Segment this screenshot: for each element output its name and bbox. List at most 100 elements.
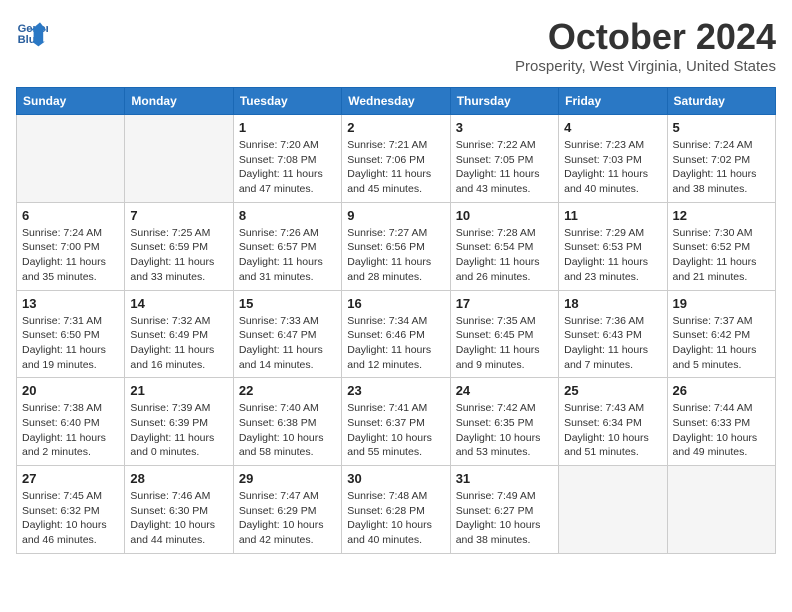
day-info: Sunrise: 7:32 AM Sunset: 6:49 PM Dayligh… [130,314,227,373]
day-number: 9 [347,208,444,223]
day-info: Sunrise: 7:42 AM Sunset: 6:35 PM Dayligh… [456,401,553,460]
logo: General Blue [16,16,48,48]
calendar-cell: 31 Sunrise: 7:49 AM Sunset: 6:27 PM Dayli… [450,466,558,554]
calendar-cell: 20Sunrise: 7:38 AM Sunset: 6:40 PM Dayli… [17,378,125,466]
calendar-cell: 22 Sunrise: 7:40 AM Sunset: 6:38 PM Dayli… [233,378,341,466]
header-day-saturday: Saturday [667,88,775,115]
day-info: Sunrise: 7:48 AM Sunset: 6:28 PM Dayligh… [347,489,444,548]
calendar-cell: 18 Sunrise: 7:36 AM Sunset: 6:43 PM Dayli… [559,290,667,378]
calendar-cell: 30 Sunrise: 7:48 AM Sunset: 6:28 PM Dayli… [342,466,450,554]
day-number: 19 [673,296,770,311]
calendar-cell: 16 Sunrise: 7:34 AM Sunset: 6:46 PM Dayli… [342,290,450,378]
calendar-cell: 10Sunrise: 7:28 AM Sunset: 6:54 PM Dayli… [450,202,558,290]
calendar-cell: 3 Sunrise: 7:22 AM Sunset: 7:05 PM Daylig… [450,115,558,203]
day-info: Sunrise: 7:40 AM Sunset: 6:38 PM Dayligh… [239,401,336,460]
header-day-sunday: Sunday [17,88,125,115]
day-number: 8 [239,208,336,223]
day-info: Sunrise: 7:44 AM Sunset: 6:33 PM Dayligh… [673,401,770,460]
day-info: Sunrise: 7:43 AM Sunset: 6:34 PM Dayligh… [564,401,661,460]
title-area: October 2024 Prosperity, West Virginia, … [515,16,776,75]
calendar-cell: 21 Sunrise: 7:39 AM Sunset: 6:39 PM Dayli… [125,378,233,466]
header-day-wednesday: Wednesday [342,88,450,115]
day-number: 23 [347,383,444,398]
day-number: 26 [673,383,770,398]
week-row-3: 13Sunrise: 7:31 AM Sunset: 6:50 PM Dayli… [17,290,776,378]
location-title: Prosperity, West Virginia, United States [515,58,776,75]
day-number: 1 [239,120,336,135]
page-header: General Blue October 2024 Prosperity, We… [16,16,776,75]
day-info: Sunrise: 7:45 AM Sunset: 6:32 PM Dayligh… [22,489,119,548]
day-info: Sunrise: 7:30 AM Sunset: 6:52 PM Dayligh… [673,226,770,285]
day-number: 15 [239,296,336,311]
day-info: Sunrise: 7:41 AM Sunset: 6:37 PM Dayligh… [347,401,444,460]
week-row-1: 1 Sunrise: 7:20 AM Sunset: 7:08 PM Daylig… [17,115,776,203]
day-info: Sunrise: 7:39 AM Sunset: 6:39 PM Dayligh… [130,401,227,460]
week-row-4: 20Sunrise: 7:38 AM Sunset: 6:40 PM Dayli… [17,378,776,466]
day-info: Sunrise: 7:29 AM Sunset: 6:53 PM Dayligh… [564,226,661,285]
week-row-2: 6Sunrise: 7:24 AM Sunset: 7:00 PM Daylig… [17,202,776,290]
calendar-cell [17,115,125,203]
day-number: 7 [130,208,227,223]
day-info: Sunrise: 7:35 AM Sunset: 6:45 PM Dayligh… [456,314,553,373]
day-info: Sunrise: 7:36 AM Sunset: 6:43 PM Dayligh… [564,314,661,373]
day-number: 24 [456,383,553,398]
day-number: 28 [130,471,227,486]
day-info: Sunrise: 7:27 AM Sunset: 6:56 PM Dayligh… [347,226,444,285]
day-number: 22 [239,383,336,398]
day-info: Sunrise: 7:24 AM Sunset: 7:02 PM Dayligh… [673,138,770,197]
day-info: Sunrise: 7:20 AM Sunset: 7:08 PM Dayligh… [239,138,336,197]
calendar-cell: 17 Sunrise: 7:35 AM Sunset: 6:45 PM Dayli… [450,290,558,378]
day-number: 20 [22,383,119,398]
day-info: Sunrise: 7:49 AM Sunset: 6:27 PM Dayligh… [456,489,553,548]
calendar-cell: 28 Sunrise: 7:46 AM Sunset: 6:30 PM Dayli… [125,466,233,554]
calendar-cell: 4Sunrise: 7:23 AM Sunset: 7:03 PM Daylig… [559,115,667,203]
calendar-cell [667,466,775,554]
calendar-cell: 9 Sunrise: 7:27 AM Sunset: 6:56 PM Daylig… [342,202,450,290]
day-number: 31 [456,471,553,486]
calendar-cell [125,115,233,203]
day-number: 17 [456,296,553,311]
header-row: SundayMondayTuesdayWednesdayThursdayFrid… [17,88,776,115]
day-number: 14 [130,296,227,311]
calendar-cell: 13Sunrise: 7:31 AM Sunset: 6:50 PM Dayli… [17,290,125,378]
day-number: 4 [564,120,661,135]
day-number: 29 [239,471,336,486]
calendar-cell: 14 Sunrise: 7:32 AM Sunset: 6:49 PM Dayli… [125,290,233,378]
day-number: 3 [456,120,553,135]
day-info: Sunrise: 7:46 AM Sunset: 6:30 PM Dayligh… [130,489,227,548]
calendar-cell: 24 Sunrise: 7:42 AM Sunset: 6:35 PM Dayli… [450,378,558,466]
day-number: 18 [564,296,661,311]
calendar-cell: 5 Sunrise: 7:24 AM Sunset: 7:02 PM Daylig… [667,115,775,203]
calendar-cell: 26 Sunrise: 7:44 AM Sunset: 6:33 PM Dayli… [667,378,775,466]
month-title: October 2024 [515,16,776,58]
day-info: Sunrise: 7:47 AM Sunset: 6:29 PM Dayligh… [239,489,336,548]
day-number: 30 [347,471,444,486]
day-number: 2 [347,120,444,135]
header-day-monday: Monday [125,88,233,115]
calendar-cell: 8Sunrise: 7:26 AM Sunset: 6:57 PM Daylig… [233,202,341,290]
day-number: 27 [22,471,119,486]
calendar-cell: 6Sunrise: 7:24 AM Sunset: 7:00 PM Daylig… [17,202,125,290]
day-info: Sunrise: 7:37 AM Sunset: 6:42 PM Dayligh… [673,314,770,373]
day-info: Sunrise: 7:21 AM Sunset: 7:06 PM Dayligh… [347,138,444,197]
calendar-cell: 12Sunrise: 7:30 AM Sunset: 6:52 PM Dayli… [667,202,775,290]
calendar-cell: 27 Sunrise: 7:45 AM Sunset: 6:32 PM Dayli… [17,466,125,554]
day-info: Sunrise: 7:24 AM Sunset: 7:00 PM Dayligh… [22,226,119,285]
day-number: 5 [673,120,770,135]
day-number: 13 [22,296,119,311]
day-number: 21 [130,383,227,398]
calendar-cell [559,466,667,554]
day-number: 16 [347,296,444,311]
logo-icon: General Blue [16,16,48,48]
day-info: Sunrise: 7:25 AM Sunset: 6:59 PM Dayligh… [130,226,227,285]
calendar-cell: 1 Sunrise: 7:20 AM Sunset: 7:08 PM Daylig… [233,115,341,203]
header-day-tuesday: Tuesday [233,88,341,115]
header-day-thursday: Thursday [450,88,558,115]
day-info: Sunrise: 7:22 AM Sunset: 7:05 PM Dayligh… [456,138,553,197]
week-row-5: 27 Sunrise: 7:45 AM Sunset: 6:32 PM Dayli… [17,466,776,554]
calendar-cell: 23 Sunrise: 7:41 AM Sunset: 6:37 PM Dayli… [342,378,450,466]
day-number: 11 [564,208,661,223]
day-number: 10 [456,208,553,223]
day-info: Sunrise: 7:34 AM Sunset: 6:46 PM Dayligh… [347,314,444,373]
calendar-cell: 29 Sunrise: 7:47 AM Sunset: 6:29 PM Dayli… [233,466,341,554]
